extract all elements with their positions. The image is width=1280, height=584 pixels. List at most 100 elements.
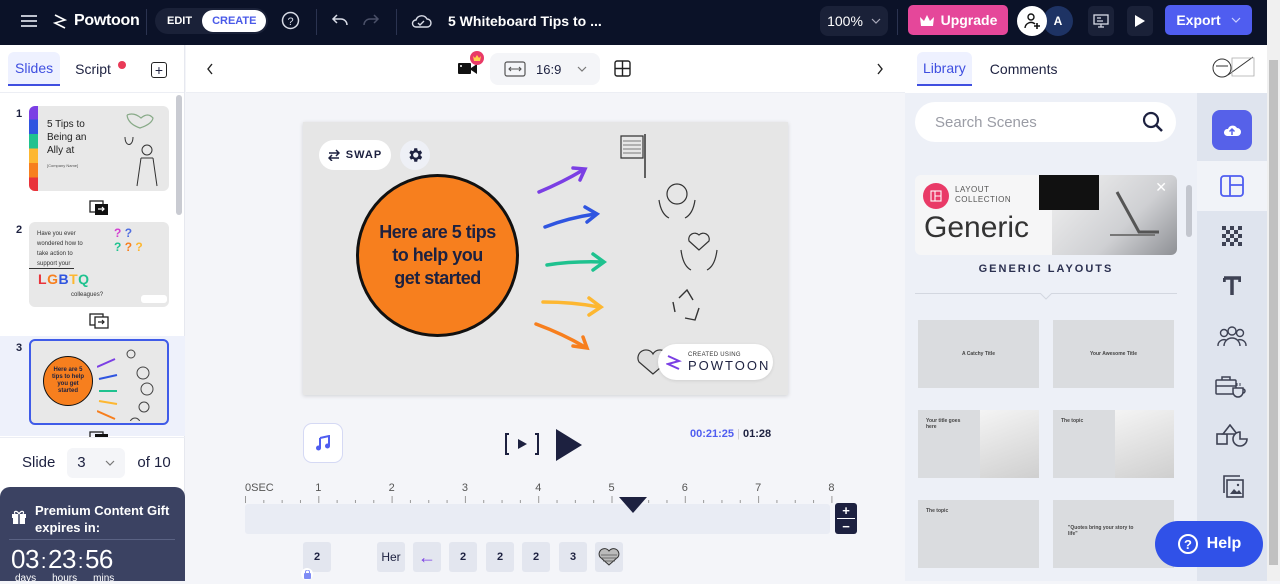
rail-backgrounds[interactable] [1197,211,1267,261]
page-scrollbar[interactable] [1267,0,1280,581]
transition-icon[interactable] [89,200,109,216]
undo-icon[interactable] [331,12,349,28]
thumb-divider [29,268,74,269]
slide-list-scrollbar[interactable] [176,95,182,215]
music-button[interactable] [303,423,343,463]
settings-button[interactable] [400,140,430,170]
zoom-out-button[interactable]: − [842,520,850,533]
total-time: 01:28 [743,428,772,440]
rail-media[interactable] [1197,461,1267,511]
lock-icon[interactable] [301,568,313,580]
swap-label: SWAP [345,149,383,161]
slide-row-selected[interactable]: 3 Here are 5 tips to help you get starte… [0,336,185,437]
rail-shapes[interactable] [1197,411,1267,461]
add-user-icon [1024,13,1040,29]
chevron-left-icon[interactable] [206,63,214,75]
rail-characters[interactable] [1197,311,1267,361]
tab-library[interactable]: Library [917,52,972,86]
slide-row[interactable]: 1 5 Tips to Being an Ally at [Company Na… [0,93,175,218]
close-icon[interactable]: ✕ [1155,179,1167,196]
arrow-element-icon: ← [418,546,436,567]
scrollbar-thumb[interactable] [1269,60,1278,565]
timeline-element-chip[interactable]: 2 [449,542,477,572]
timeline-track[interactable] [245,504,830,534]
tab-script[interactable]: Script [68,53,118,85]
collection-name: Generic [924,211,1030,244]
timeline-element-chip[interactable]: 2 [486,542,514,572]
slide-row[interactable]: 2 Have you ever wondered how to take act… [0,218,175,338]
layout-thumbnail[interactable]: A Catchy Title [918,320,1039,388]
layout-collection-card[interactable]: LAYOUT COLLECTION Generic ✕ [915,175,1177,255]
menu-icon[interactable] [20,13,38,29]
add-slide-button[interactable]: + [151,62,167,78]
tab-comments[interactable]: Comments [984,53,1064,85]
search-icon[interactable] [1142,111,1164,133]
project-title[interactable]: 5 Whiteboard Tips to ... [448,13,602,29]
slide-number-select[interactable]: 3 [67,447,126,478]
slide-thumbnail[interactable]: Here are 5 tips to help you get started [29,339,169,425]
layout-thumbnail[interactable]: The topic [918,500,1039,568]
recycle-icon [672,288,700,321]
zoom-select[interactable]: 100% [820,6,888,36]
upgrade-button[interactable]: Upgrade [908,5,1008,35]
help-circle-icon[interactable]: ? [281,11,300,30]
record-camera-button[interactable] [457,51,484,80]
export-button[interactable]: Export [1165,5,1252,35]
chevron-right-icon[interactable] [876,63,884,75]
timeline-element-chip[interactable]: 3 [559,542,587,572]
timeline-ticks [245,496,833,503]
timeline-element-chip[interactable]: 2 [301,542,331,580]
slide-thumbnail[interactable]: Have you ever wondered how to take actio… [29,222,169,307]
chip-label: 2 [532,551,540,563]
search-scenes-input[interactable]: Search Scenes [915,102,1176,142]
aspect-ratio-value: 16:9 [536,61,562,77]
timeline-element-chip[interactable] [595,542,623,572]
swap-button[interactable]: SWAP [319,140,391,170]
timeline-element-chip[interactable]: Her [377,542,405,572]
layout-thumbnail[interactable]: Your Awesome Title [1053,320,1174,388]
slide-number: 3 [16,342,23,354]
rail-upload[interactable] [1197,105,1267,155]
library-scrollbar[interactable] [1186,185,1192,237]
slide-stage[interactable]: SWAP Here are 5 tips to help you get sta… [303,122,788,395]
play-button[interactable] [554,427,584,463]
rail-layouts[interactable] [1197,161,1267,211]
tick-label: 6 [681,482,688,494]
grid-icon[interactable] [614,60,631,77]
premium-gift-banner[interactable]: Premium Content Gift expires in: 03: 23:… [0,487,185,584]
mascot-illustration [1212,56,1255,78]
powtoon-logo[interactable]: Powtoon [52,12,140,30]
upgrade-label: Upgrade [940,12,998,28]
tips-circle[interactable]: Here are 5 tips to help you get started [356,174,519,337]
create-mode-button[interactable]: CREATE [202,10,267,32]
play-scene-button[interactable] [504,431,540,457]
timeline-element-chip[interactable]: ← [413,542,441,572]
rail-text[interactable] [1197,261,1267,311]
heart-in-hands-icon [680,232,718,271]
preview-play-button[interactable] [1127,6,1153,36]
thumb-badge [141,295,167,303]
layout-thumbnail[interactable]: The topic [1053,410,1174,478]
zoom-in-button[interactable]: + [842,504,850,517]
question-marks: ? ?? ? ? [114,226,143,254]
divider [897,9,898,35]
crown-icon [473,55,481,61]
tab-slides[interactable]: Slides [8,51,61,86]
search-placeholder: Search Scenes [935,113,1037,131]
transition-icon[interactable] [89,313,109,329]
slide-navigator: Slide 3 of 10 [0,437,185,487]
redo-icon[interactable] [362,12,380,28]
swap-icon [327,149,340,161]
layout-thumbnail[interactable]: Your title goes here [918,410,1039,478]
slide-thumbnail[interactable]: 5 Tips to Being an Ally at [Company Name… [29,106,169,191]
playhead-handle[interactable] [618,496,648,514]
tick-label: 3 [461,482,469,494]
presentation-button[interactable] [1088,6,1114,36]
timeline-element-chip[interactable]: 2 [522,542,550,572]
edit-mode-button[interactable]: EDIT [157,15,202,27]
rail-props[interactable] [1197,361,1267,411]
help-button[interactable]: ? Help [1155,521,1263,567]
invite-collaborator-button[interactable] [1017,6,1047,36]
user-avatar[interactable]: A [1043,6,1073,36]
aspect-ratio-select[interactable]: 16:9 [490,53,600,85]
